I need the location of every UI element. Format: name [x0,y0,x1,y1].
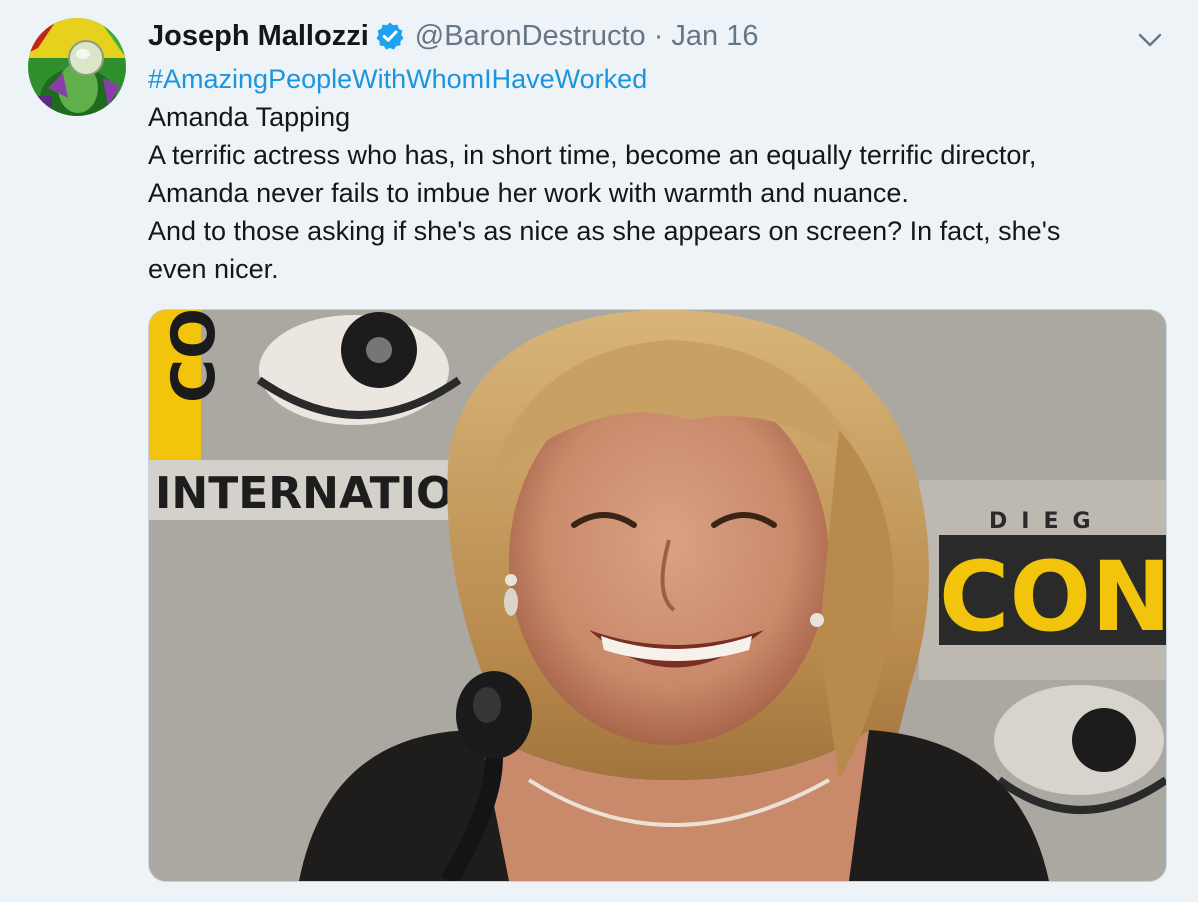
sign-left-top: CO [159,310,229,403]
tweet-content: Joseph Mallozzi @BaronDestructo · Jan 16… [148,14,1162,288]
tweet-line: Amanda Tapping [148,102,351,132]
sign-left-bottom: INTERNATIO [155,468,453,519]
tweet-text: #AmazingPeopleWithWhomIHaveWorked Amanda… [148,60,1158,288]
tweet-card[interactable]: Joseph Mallozzi @BaronDestructo · Jan 16… [0,0,1198,902]
tweet-line: Amanda never fails to imbue her work wit… [148,178,909,208]
author-handle[interactable]: @BaronDestructo [415,20,646,53]
sign-right-top: DIEG [989,509,1105,534]
separator-dot: · [653,19,664,52]
photo-illustration: CO INTERNATIO DIEG CON [149,310,1166,881]
author-name[interactable]: Joseph Mallozzi [148,20,369,53]
chevron-down-icon[interactable] [1136,26,1164,54]
tweet-line: even nicer. [148,254,279,284]
tweet-line: A terrific actress who has, in short tim… [148,140,1037,170]
sign-right-bottom: CON [939,541,1166,653]
tweet-header: Joseph Mallozzi @BaronDestructo · Jan 16 [148,14,1158,58]
tweet-line: And to those asking if she's as nice as … [148,216,1061,246]
tweet-date[interactable]: Jan 16 [671,20,758,53]
avatar-illustration-icon [28,18,126,116]
avatar[interactable] [28,18,126,116]
hashtag-link[interactable]: #AmazingPeopleWithWhomIHaveWorked [148,64,647,94]
tweet-photo[interactable]: CO INTERNATIO DIEG CON [148,309,1167,882]
verified-badge-icon [375,21,405,51]
